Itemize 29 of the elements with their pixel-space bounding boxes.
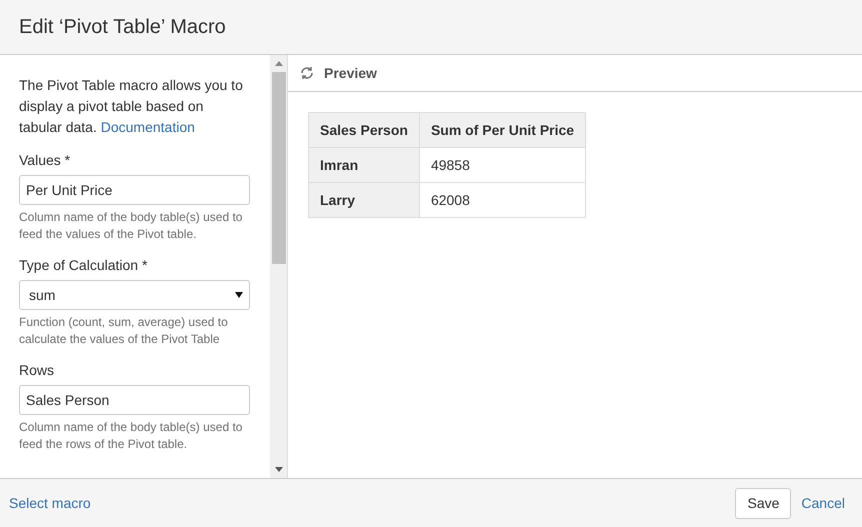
select-value: sum <box>29 286 56 304</box>
description: The Pivot Table macro allows you to display a pivot table based on tabular data. Documentation <box>19 76 244 137</box>
preview-title: Preview <box>324 64 377 82</box>
scrollbar-thumb[interactable] <box>272 72 286 264</box>
field-label: Type of Calculation * <box>19 256 148 275</box>
row-header: Imran <box>308 148 420 182</box>
table-cell: 62008 <box>419 182 586 218</box>
calculation-select[interactable]: sum <box>19 280 250 310</box>
dialog-title: Edit ‘Pivot Table’ Macro <box>19 15 226 40</box>
caret-down-icon <box>235 292 243 298</box>
refresh-icon[interactable] <box>299 65 315 81</box>
scroll-down-icon[interactable] <box>274 467 282 472</box>
table-cell: 49858 <box>419 148 586 182</box>
input-field[interactable]: Per Unit Price <box>19 175 250 205</box>
row-header: Larry <box>308 182 420 218</box>
select-macro-link[interactable]: Select macro <box>9 492 91 514</box>
help-text: Column name of the body table(s) used to feed the rows of the Pivot table. <box>19 419 244 453</box>
column-header: Sales Person <box>308 112 420 148</box>
save-button[interactable]: Save <box>735 488 792 518</box>
field-label: Values * <box>19 151 72 170</box>
scrollbar[interactable] <box>270 55 287 478</box>
field-label: Rows <box>19 361 56 380</box>
help-text: Column name of the body table(s) used to feed the values of the Pivot table. <box>19 209 244 243</box>
input-field[interactable]: Sales Person <box>19 385 250 415</box>
scroll-up-icon[interactable] <box>274 61 282 66</box>
column-header: Sum of Per Unit Price <box>419 112 586 148</box>
cancel-link[interactable]: Cancel <box>801 492 845 514</box>
help-text: Function (count, sum, average) used to calculate the values of the Pivot Table <box>19 314 229 348</box>
documentation-link[interactable]: Documentation <box>100 119 195 135</box>
